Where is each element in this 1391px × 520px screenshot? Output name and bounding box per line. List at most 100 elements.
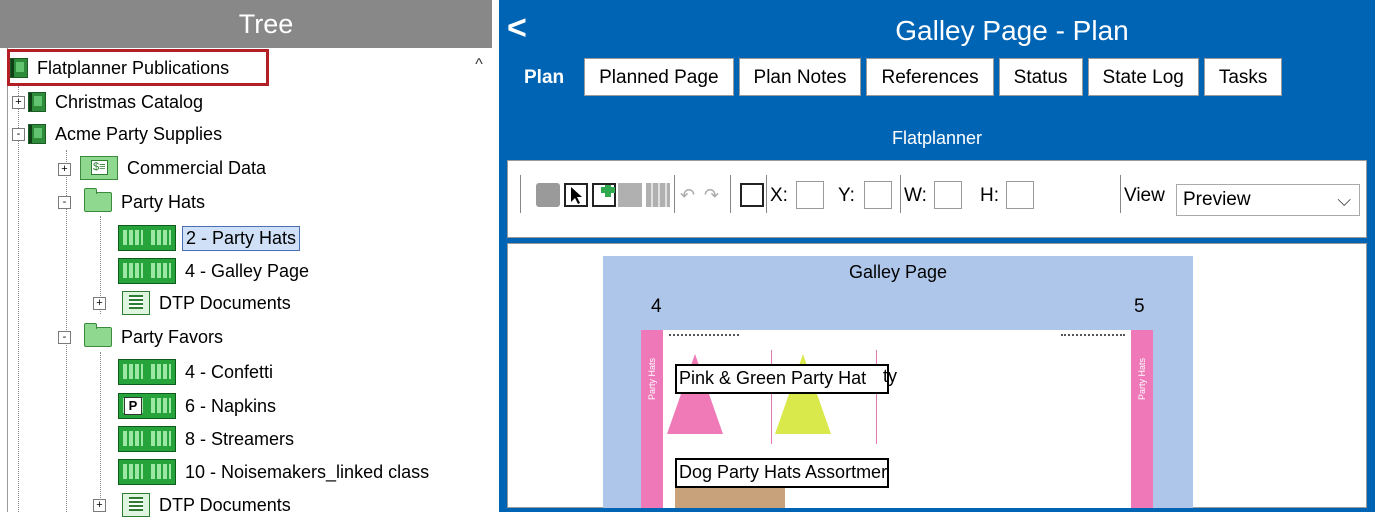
tab-bar: Plan Planned Page Plan Notes References …	[509, 58, 1287, 96]
view-select[interactable]: Preview ⌵	[1176, 184, 1360, 216]
h-label: H:	[980, 185, 999, 206]
tree-item-label: 6 - Napkins	[185, 395, 277, 416]
page-spread-icon	[118, 258, 176, 284]
toolbar-separator	[1120, 175, 1121, 213]
flatplanner-title: Flatplanner	[891, 128, 983, 148]
delete-page-icon[interactable]	[618, 183, 642, 207]
w-input[interactable]	[934, 181, 962, 209]
tree-item-label: 10 - Noisemakers_linked class	[185, 461, 430, 482]
publication-icon	[28, 92, 46, 112]
page-spread-icon	[118, 359, 176, 385]
flatplan-canvas[interactable]: Galley Page 4 5 Party Hats Party Hats Pi…	[507, 243, 1367, 508]
h-input[interactable]	[1006, 181, 1034, 209]
tree-item-label: Christmas Catalog	[55, 91, 204, 112]
tree-item-10-noisemakers[interactable]: 10 - Noisemakers_linked class	[118, 457, 462, 487]
tree-item-christmas-catalog[interactable]: Christmas Catalog	[28, 87, 206, 117]
collapse-icon[interactable]: -	[58, 196, 71, 209]
tree-header: Tree	[0, 0, 492, 48]
tree-item-label: DTP Documents	[159, 292, 291, 313]
view-label: View	[1124, 185, 1165, 206]
save-icon[interactable]	[536, 183, 560, 207]
tree-item-8-streamers[interactable]: 8 - Streamers	[118, 424, 297, 454]
folder-icon	[84, 188, 112, 212]
chevron-down-icon: ⌵	[1337, 190, 1351, 210]
w-label: W:	[904, 185, 927, 206]
tree-item-acme-party-supplies[interactable]: Acme Party Supplies	[28, 119, 225, 149]
redo-icon[interactable]: ↷	[704, 183, 728, 207]
galley-spread[interactable]: Galley Page 4 5 Party Hats Party Hats Pi…	[603, 256, 1193, 508]
tree-item-dtp-documents[interactable]: DTP Documents	[122, 288, 294, 318]
tree-item-label: 4 - Confetti	[185, 361, 274, 382]
page-header-line	[669, 334, 739, 338]
tab-references[interactable]: References	[866, 58, 994, 96]
y-input[interactable]	[864, 181, 892, 209]
tab-tasks[interactable]: Tasks	[1203, 58, 1283, 96]
collapse-icon[interactable]: -	[58, 331, 71, 344]
tab-status[interactable]: Status	[998, 58, 1083, 96]
tree-item-4-confetti[interactable]: 4 - Confetti	[118, 357, 276, 387]
crop-icon[interactable]	[740, 183, 764, 207]
add-page-icon[interactable]	[592, 183, 616, 207]
tree-item-2-party-hats[interactable]: 2 - Party Hats	[118, 223, 301, 253]
toolbar-separator	[520, 175, 521, 213]
tree-item-label: Party Hats	[121, 191, 206, 212]
plan-panel: Galley Page - Plan < Plan Planned Page P…	[499, 0, 1375, 512]
select-pointer-icon[interactable]	[564, 183, 588, 207]
tree-title: Tree	[238, 9, 294, 39]
panel-header: Galley Page - Plan <	[499, 0, 1375, 56]
page-spread-icon	[118, 459, 176, 485]
tree-item-6-napkins[interactable]: P 6 - Napkins	[118, 391, 279, 421]
page-spread-icon	[118, 225, 176, 251]
collapse-icon[interactable]: -	[12, 128, 25, 141]
flatplanner-toolbar: ↶ ↷ X: Y: W: H: View Preview ⌵	[507, 160, 1367, 238]
page-header-line	[1061, 334, 1125, 338]
strip-label: Party Hats	[647, 358, 657, 401]
toolbar-separator	[674, 175, 675, 213]
toolbar-separator	[730, 175, 731, 213]
toolbar-separator	[900, 175, 901, 213]
tree-item-party-hats-folder[interactable]: Party Hats	[84, 187, 208, 217]
tab-state-log[interactable]: State Log	[1087, 58, 1199, 96]
undo-icon[interactable]: ↶	[680, 183, 704, 207]
product-box-1[interactable]: Pink & Green Party Hat	[675, 364, 889, 394]
tree-item-label: Commercial Data	[127, 157, 267, 178]
page-spread-preview[interactable]: Party Hats Party Hats Pink & Green Party…	[641, 330, 1153, 508]
expand-icon[interactable]: +	[93, 297, 106, 310]
commercial-data-icon	[80, 156, 118, 180]
toolbar-separator	[766, 175, 767, 213]
tree-item-label: 2 - Party Hats	[182, 225, 301, 251]
tree-item-label: Party Favors	[121, 326, 224, 347]
right-page-number: 5	[1134, 296, 1145, 317]
product-box-label: Dog Party Hats Assortmer	[679, 462, 888, 482]
expand-icon[interactable]: +	[93, 499, 106, 512]
tree-item-dtp-documents-2[interactable]: DTP Documents	[122, 490, 294, 520]
tab-planned-page[interactable]: Planned Page	[584, 58, 734, 96]
product-overflow-text: ty	[883, 366, 898, 386]
tree-connector	[100, 352, 101, 512]
back-icon[interactable]: <	[507, 6, 535, 50]
scroll-up-icon[interactable]: ^	[470, 56, 488, 76]
tab-plan[interactable]: Plan	[509, 58, 580, 96]
tree-panel: Tree ^ Flatplanner Publications Christma…	[0, 0, 493, 517]
product-box-2[interactable]: Dog Party Hats Assortmer	[675, 458, 889, 488]
tree-item-party-favors-folder[interactable]: Party Favors	[84, 322, 226, 352]
tab-plan-notes[interactable]: Plan Notes	[738, 58, 862, 96]
dtp-documents-icon	[122, 493, 150, 517]
tree-item-label: 4 - Galley Page	[185, 260, 310, 281]
tree-item-4-galley-page[interactable]: 4 - Galley Page	[118, 256, 312, 286]
publication-icon	[28, 124, 46, 144]
page-spread-p-icon: P	[118, 393, 176, 419]
tree-item-label: Acme Party Supplies	[55, 123, 223, 144]
tree-item-label: DTP Documents	[159, 494, 291, 515]
galley-title: Galley Page	[848, 262, 948, 282]
tree-connector	[18, 86, 19, 512]
folder-icon	[84, 323, 112, 347]
x-input[interactable]	[796, 181, 824, 209]
grid-icon[interactable]	[646, 183, 670, 207]
strip-label: Party Hats	[1137, 358, 1147, 401]
y-label: Y:	[838, 185, 855, 206]
tree-item-commercial-data[interactable]: Commercial Data	[80, 153, 269, 183]
left-page-number: 4	[651, 296, 662, 317]
expand-icon[interactable]: +	[58, 163, 71, 176]
expand-icon[interactable]: +	[12, 96, 25, 109]
